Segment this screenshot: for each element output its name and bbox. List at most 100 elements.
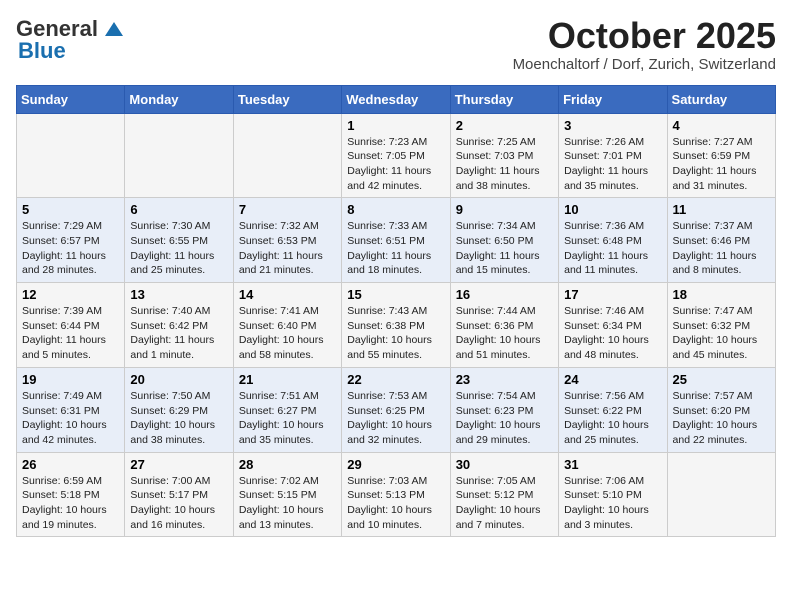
day-number: 13 [130, 287, 227, 302]
calendar-cell: 21Sunrise: 7:51 AMSunset: 6:27 PMDayligh… [233, 367, 341, 452]
day-info: Sunrise: 7:47 AMSunset: 6:32 PMDaylight:… [673, 304, 770, 363]
logo-icon [105, 22, 123, 38]
calendar-cell: 4Sunrise: 7:27 AMSunset: 6:59 PMDaylight… [667, 113, 775, 198]
day-number: 27 [130, 457, 227, 472]
day-info: Sunrise: 7:32 AMSunset: 6:53 PMDaylight:… [239, 219, 336, 278]
calendar-cell: 28Sunrise: 7:02 AMSunset: 5:15 PMDayligh… [233, 452, 341, 537]
day-number: 15 [347, 287, 444, 302]
day-number: 24 [564, 372, 661, 387]
calendar-cell: 13 Sunrise: 7:40 AMSunset: 6:42 PMDayligh… [125, 283, 233, 368]
calendar-cell: 17 Sunrise: 7:46 AMSunset: 6:34 PMDayligh… [559, 283, 667, 368]
day-info: Sunrise: 7:51 AMSunset: 6:27 PMDaylight:… [239, 389, 336, 448]
day-number: 14 [239, 287, 336, 302]
day-info: Sunrise: 7:50 AMSunset: 6:29 PMDaylight:… [130, 389, 227, 448]
calendar-cell: 12 Sunrise: 7:39 AMSunset: 6:44 PMDayligh… [17, 283, 125, 368]
page-header: General Blue October 2025 Moenchaltorf /… [16, 16, 776, 73]
calendar-cell: 2 Sunrise: 7:25 AMSunset: 7:03 PMDaylight… [450, 113, 558, 198]
day-info: Sunrise: 7:33 AMSunset: 6:51 PMDaylight:… [347, 219, 444, 278]
day-info: Sunrise: 7:05 AMSunset: 5:12 PMDaylight:… [456, 474, 553, 533]
day-info: Sunrise: 7:43 AMSunset: 6:38 PMDaylight:… [347, 304, 444, 363]
calendar-cell: 9 Sunrise: 7:34 AMSunset: 6:50 PMDaylight… [450, 198, 558, 283]
calendar-cell: 23Sunrise: 7:54 AMSunset: 6:23 PMDayligh… [450, 367, 558, 452]
calendar-cell: 16 Sunrise: 7:44 AMSunset: 6:36 PMDayligh… [450, 283, 558, 368]
calendar-cell [17, 113, 125, 198]
calendar-cell: 5 Sunrise: 7:29 AMSunset: 6:57 PMDaylight… [17, 198, 125, 283]
day-info: Sunrise: 7:56 AMSunset: 6:22 PMDaylight:… [564, 389, 661, 448]
day-info: Sunrise: 7:06 AMSunset: 5:10 PMDaylight:… [564, 474, 661, 533]
day-number: 3 [564, 118, 661, 133]
logo-blue-text: Blue [18, 38, 66, 64]
day-info: Sunrise: 7:40 AMSunset: 6:42 PMDaylight:… [130, 304, 227, 363]
day-number: 12 [22, 287, 119, 302]
calendar-cell [233, 113, 341, 198]
day-info: Sunrise: 7:03 AMSunset: 5:13 PMDaylight:… [347, 474, 444, 533]
day-number: 29 [347, 457, 444, 472]
calendar-cell: 3Sunrise: 7:26 AMSunset: 7:01 PMDaylight… [559, 113, 667, 198]
logo: General Blue [16, 16, 124, 64]
day-info: Sunrise: 7:30 AMSunset: 6:55 PMDaylight:… [130, 219, 227, 278]
day-info: Sunrise: 7:39 AMSunset: 6:44 PMDaylight:… [22, 304, 119, 363]
calendar-cell: 11Sunrise: 7:37 AMSunset: 6:46 PMDayligh… [667, 198, 775, 283]
day-number: 11 [673, 202, 770, 217]
day-number: 10 [564, 202, 661, 217]
calendar-cell: 10 Sunrise: 7:36 AMSunset: 6:48 PMDayligh… [559, 198, 667, 283]
day-number: 5 [22, 202, 119, 217]
day-info: Sunrise: 7:53 AMSunset: 6:25 PMDaylight:… [347, 389, 444, 448]
title-block: October 2025 Moenchaltorf / Dorf, Zurich… [513, 16, 776, 73]
day-number: 23 [456, 372, 553, 387]
day-info: Sunrise: 7:41 AMSunset: 6:40 PMDaylight:… [239, 304, 336, 363]
calendar-cell: 14 Sunrise: 7:41 AMSunset: 6:40 PMDayligh… [233, 283, 341, 368]
day-number: 16 [456, 287, 553, 302]
location-title: Moenchaltorf / Dorf, Zurich, Switzerland [513, 56, 776, 73]
header-day-tuesday: Tuesday [233, 85, 341, 113]
month-title: October 2025 [513, 16, 776, 56]
calendar-cell [667, 452, 775, 537]
calendar-cell: 27Sunrise: 7:00 AMSunset: 5:17 PMDayligh… [125, 452, 233, 537]
day-number: 2 [456, 118, 553, 133]
day-number: 26 [22, 457, 119, 472]
day-info: Sunrise: 6:59 AMSunset: 5:18 PMDaylight:… [22, 474, 119, 533]
day-info: Sunrise: 7:02 AMSunset: 5:15 PMDaylight:… [239, 474, 336, 533]
calendar-cell: 18 Sunrise: 7:47 AMSunset: 6:32 PMDayligh… [667, 283, 775, 368]
calendar-cell: 20 Sunrise: 7:50 AMSunset: 6:29 PMDayligh… [125, 367, 233, 452]
day-number: 6 [130, 202, 227, 217]
calendar-cell: 15 Sunrise: 7:43 AMSunset: 6:38 PMDayligh… [342, 283, 450, 368]
day-info: Sunrise: 7:25 AMSunset: 7:03 PMDaylight:… [456, 135, 553, 194]
day-info: Sunrise: 7:46 AMSunset: 6:34 PMDaylight:… [564, 304, 661, 363]
day-info: Sunrise: 7:44 AMSunset: 6:36 PMDaylight:… [456, 304, 553, 363]
header-day-monday: Monday [125, 85, 233, 113]
calendar-cell: 7 Sunrise: 7:32 AMSunset: 6:53 PMDaylight… [233, 198, 341, 283]
day-info: Sunrise: 7:36 AMSunset: 6:48 PMDaylight:… [564, 219, 661, 278]
header-day-saturday: Saturday [667, 85, 775, 113]
calendar-cell: 25Sunrise: 7:57 AMSunset: 6:20 PMDayligh… [667, 367, 775, 452]
day-number: 19 [22, 372, 119, 387]
day-number: 30 [456, 457, 553, 472]
calendar-cell: 29 Sunrise: 7:03 AMSunset: 5:13 PMDayligh… [342, 452, 450, 537]
calendar-cell: 1 Sunrise: 7:23 AMSunset: 7:05 PMDaylight… [342, 113, 450, 198]
day-info: Sunrise: 7:29 AMSunset: 6:57 PMDaylight:… [22, 219, 119, 278]
calendar-cell: 26 Sunrise: 6:59 AMSunset: 5:18 PMDayligh… [17, 452, 125, 537]
day-number: 17 [564, 287, 661, 302]
day-number: 9 [456, 202, 553, 217]
day-number: 7 [239, 202, 336, 217]
week-row-4: 19Sunrise: 7:49 AMSunset: 6:31 PMDayligh… [17, 367, 776, 452]
day-info: Sunrise: 7:57 AMSunset: 6:20 PMDaylight:… [673, 389, 770, 448]
calendar-cell: 31Sunrise: 7:06 AMSunset: 5:10 PMDayligh… [559, 452, 667, 537]
header-day-friday: Friday [559, 85, 667, 113]
day-info: Sunrise: 7:27 AMSunset: 6:59 PMDaylight:… [673, 135, 770, 194]
day-number: 20 [130, 372, 227, 387]
day-number: 18 [673, 287, 770, 302]
day-number: 1 [347, 118, 444, 133]
header-day-sunday: Sunday [17, 85, 125, 113]
header-day-thursday: Thursday [450, 85, 558, 113]
calendar-table: SundayMondayTuesdayWednesdayThursdayFrid… [16, 85, 776, 538]
calendar-cell: 8 Sunrise: 7:33 AMSunset: 6:51 PMDaylight… [342, 198, 450, 283]
day-number: 8 [347, 202, 444, 217]
week-row-5: 26 Sunrise: 6:59 AMSunset: 5:18 PMDayligh… [17, 452, 776, 537]
day-info: Sunrise: 7:23 AMSunset: 7:05 PMDaylight:… [347, 135, 444, 194]
header-day-wednesday: Wednesday [342, 85, 450, 113]
week-row-3: 12 Sunrise: 7:39 AMSunset: 6:44 PMDayligh… [17, 283, 776, 368]
week-row-2: 5 Sunrise: 7:29 AMSunset: 6:57 PMDaylight… [17, 198, 776, 283]
day-info: Sunrise: 7:34 AMSunset: 6:50 PMDaylight:… [456, 219, 553, 278]
calendar-cell: 30 Sunrise: 7:05 AMSunset: 5:12 PMDayligh… [450, 452, 558, 537]
